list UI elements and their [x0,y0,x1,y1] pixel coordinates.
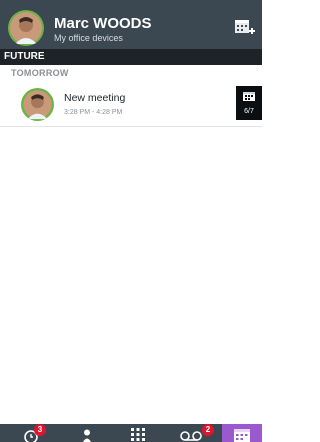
tab-contacts[interactable] [75,424,99,442]
dialpad-icon [131,428,145,441]
calendar-icon [234,429,250,442]
user-avatar[interactable] [8,10,44,46]
day-label: TOMORROW [11,68,69,78]
user-name: Marc WOODS [54,15,152,32]
calendar-add-icon[interactable] [234,17,256,39]
person-icon [83,429,91,442]
profile-header[interactable]: Marc WOODS My office devices [0,0,262,49]
user-status: My office devices [54,33,123,43]
meeting-row[interactable]: New meeting 3:28 PM - 4:28 PM 6/7 [0,82,262,127]
tab-dialpad[interactable] [124,424,154,442]
meeting-date-badge: 6/7 [236,86,262,120]
history-badge: 3 [34,424,46,436]
calendar-icon [243,92,255,101]
voicemail-icon [180,431,202,441]
section-header: FUTURE [0,49,262,65]
voicemail-badge: 2 [202,424,214,436]
tab-calendar[interactable] [222,424,262,442]
meeting-title: New meeting [64,92,126,104]
meeting-date: 6/7 [244,108,254,115]
meeting-time: 3:28 PM - 4:28 PM [64,109,123,116]
tab-voicemail[interactable]: 2 [176,424,216,442]
tab-history[interactable]: 3 [18,424,50,442]
app-window: Marc WOODS My office devices FUTURE TOMO… [0,0,262,442]
organizer-avatar [21,88,54,121]
bottom-tab-bar: 3 2 [0,424,262,442]
